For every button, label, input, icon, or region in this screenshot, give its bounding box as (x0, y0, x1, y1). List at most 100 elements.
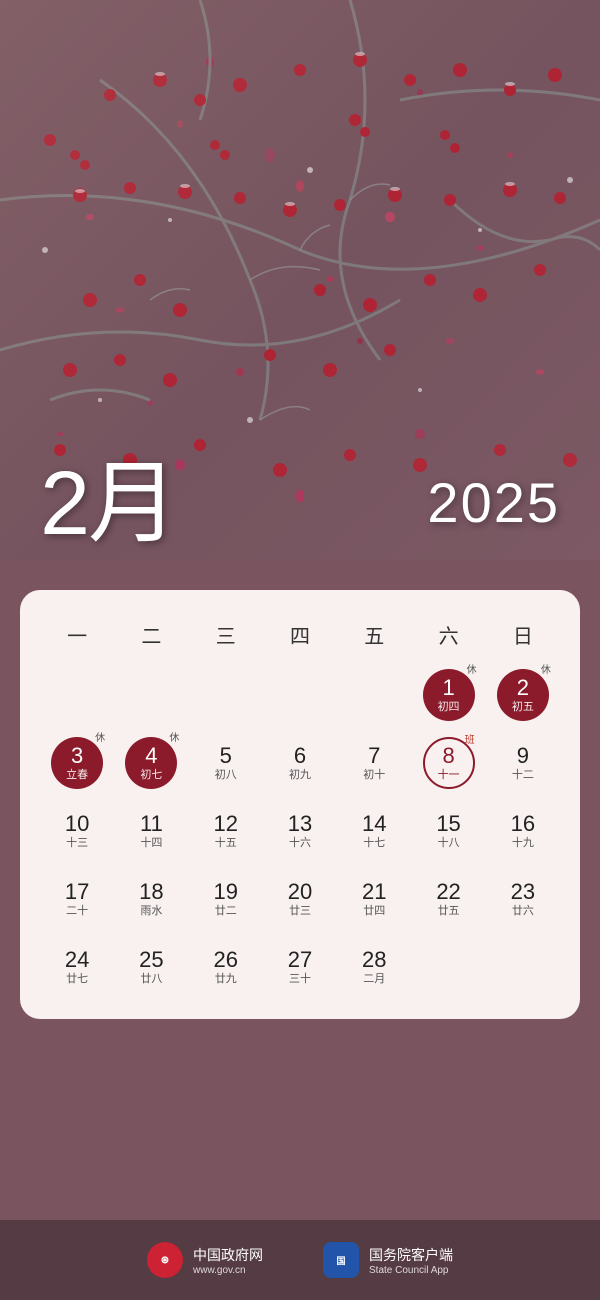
calendar-day-cell (189, 663, 263, 727)
day-number: 11 (140, 812, 163, 836)
calendar-day-cell: 休3立春 (40, 731, 114, 795)
calendar-day-cell: 16十九 (486, 799, 560, 863)
gov-logo: ⊛ (147, 1242, 183, 1278)
calendar-day-cell: 22廿五 (411, 867, 485, 931)
day-number: 16 (511, 812, 535, 836)
day-number: 17 (65, 880, 89, 904)
lunar-label: 雨水 (140, 905, 162, 918)
lunar-label: 十九 (512, 837, 534, 850)
day-inner-circle: 25廿八 (125, 941, 177, 993)
calendar-day-cell: 18雨水 (114, 867, 188, 931)
day-inner-circle: 19廿二 (200, 873, 252, 925)
calendar-day-cell: 23廿六 (486, 867, 560, 931)
month-label: 2月 (40, 430, 176, 560)
gov-logo-emblem: ⊛ (161, 1255, 169, 1266)
day-number: 18 (139, 880, 163, 904)
calendar-card: 一二三四五六日 休1初四休2初五休3立春休4初七5初八6初九7初十班8十一9十二… (20, 590, 580, 1019)
day-inner-circle: 9十二 (497, 737, 549, 789)
app-logo: 国 (323, 1242, 359, 1278)
day-inner-circle: 17二十 (51, 873, 103, 925)
day-number: 22 (436, 880, 460, 904)
lunar-label: 廿五 (438, 905, 460, 918)
calendar-day-cell (263, 663, 337, 727)
calendar-day-cell: 休4初七 (114, 731, 188, 795)
day-inner-circle: 休1初四 (423, 669, 475, 721)
day-inner-circle: 15十八 (423, 805, 475, 857)
gov-text-block: 中国政府网 www.gov.cn (193, 1245, 263, 1276)
day-inner-circle: 21廿四 (348, 873, 400, 925)
lunar-label: 初七 (140, 769, 162, 782)
day-inner-circle: 16十九 (497, 805, 549, 857)
calendar-day-cell: 26廿九 (189, 935, 263, 999)
day-number: 3 (71, 744, 83, 768)
calendar-day-cell: 12十五 (189, 799, 263, 863)
calendar-day-cell: 13十六 (263, 799, 337, 863)
footer-bar: ⊛ 中国政府网 www.gov.cn 国 国务院客户端 State Counci… (0, 1220, 600, 1300)
lunar-label: 十七 (363, 837, 385, 850)
calendar-day-cell: 班8十一 (411, 731, 485, 795)
calendar-day-cell: 27三十 (263, 935, 337, 999)
day-header-cell: 六 (411, 614, 485, 655)
calendar-day-cell (114, 663, 188, 727)
app-main-label: 国务院客户端 (369, 1245, 453, 1265)
calendar-day-cell (40, 663, 114, 727)
lunar-label: 初九 (289, 769, 311, 782)
day-number: 13 (288, 812, 312, 836)
calendar-day-cell: 14十七 (337, 799, 411, 863)
calendar-day-cell: 21廿四 (337, 867, 411, 931)
day-number: 2 (517, 676, 529, 700)
day-header-cell: 五 (337, 614, 411, 655)
day-inner-circle: 11十四 (125, 805, 177, 857)
calendar-day-cell: 19廿二 (189, 867, 263, 931)
calendar-day-cell: 24廿七 (40, 935, 114, 999)
lunar-label: 三十 (289, 973, 311, 986)
calendar-day-cell: 28二月 (337, 935, 411, 999)
calendar-day-cell: 11十四 (114, 799, 188, 863)
calendar-day-cell (337, 663, 411, 727)
day-inner-circle: 休4初七 (125, 737, 177, 789)
lunar-label: 立春 (66, 769, 88, 782)
lunar-label: 初四 (438, 701, 460, 714)
calendar-grid: 休1初四休2初五休3立春休4初七5初八6初九7初十班8十一9十二10十三11十四… (40, 663, 560, 999)
calendar-day-cell: 15十八 (411, 799, 485, 863)
calendar-day-cell: 休1初四 (411, 663, 485, 727)
day-number: 5 (220, 744, 232, 768)
day-inner-circle: 24廿七 (51, 941, 103, 993)
footer-item-app: 国 国务院客户端 State Council App (323, 1242, 453, 1278)
lunar-label: 二十 (66, 905, 88, 918)
day-number: 19 (213, 880, 237, 904)
day-inner-circle: 20廿三 (274, 873, 326, 925)
day-inner-circle: 7初十 (348, 737, 400, 789)
day-header-cell: 四 (263, 614, 337, 655)
calendar-day-cell: 6初九 (263, 731, 337, 795)
day-number: 14 (362, 812, 386, 836)
day-number: 4 (145, 744, 157, 768)
lunar-label: 十五 (215, 837, 237, 850)
day-number: 26 (213, 948, 237, 972)
calendar-day-cell: 25廿八 (114, 935, 188, 999)
day-badge: 班 (465, 731, 475, 746)
day-badge: 休 (467, 661, 477, 676)
lunar-label: 十三 (66, 837, 88, 850)
day-number: 28 (362, 948, 386, 972)
day-number: 27 (288, 948, 312, 972)
day-headers-row: 一二三四五六日 (40, 614, 560, 655)
day-badge: 休 (541, 661, 551, 676)
calendar-day-cell (486, 935, 560, 999)
footer-item-gov: ⊛ 中国政府网 www.gov.cn (147, 1242, 263, 1278)
lunar-label: 廿八 (140, 973, 162, 986)
calendar-day-cell: 5初八 (189, 731, 263, 795)
day-inner-circle: 休3立春 (51, 737, 103, 789)
year-label: 2025 (427, 470, 560, 535)
lunar-label: 廿二 (215, 905, 237, 918)
lunar-label: 廿三 (289, 905, 311, 918)
lunar-label: 廿七 (66, 973, 88, 986)
day-badge: 休 (95, 729, 105, 744)
day-number: 8 (442, 744, 454, 768)
day-number: 23 (511, 880, 535, 904)
day-header-cell: 二 (114, 614, 188, 655)
lunar-label: 十八 (438, 837, 460, 850)
day-number: 20 (288, 880, 312, 904)
day-inner-circle: 28二月 (348, 941, 400, 993)
lunar-label: 十四 (140, 837, 162, 850)
